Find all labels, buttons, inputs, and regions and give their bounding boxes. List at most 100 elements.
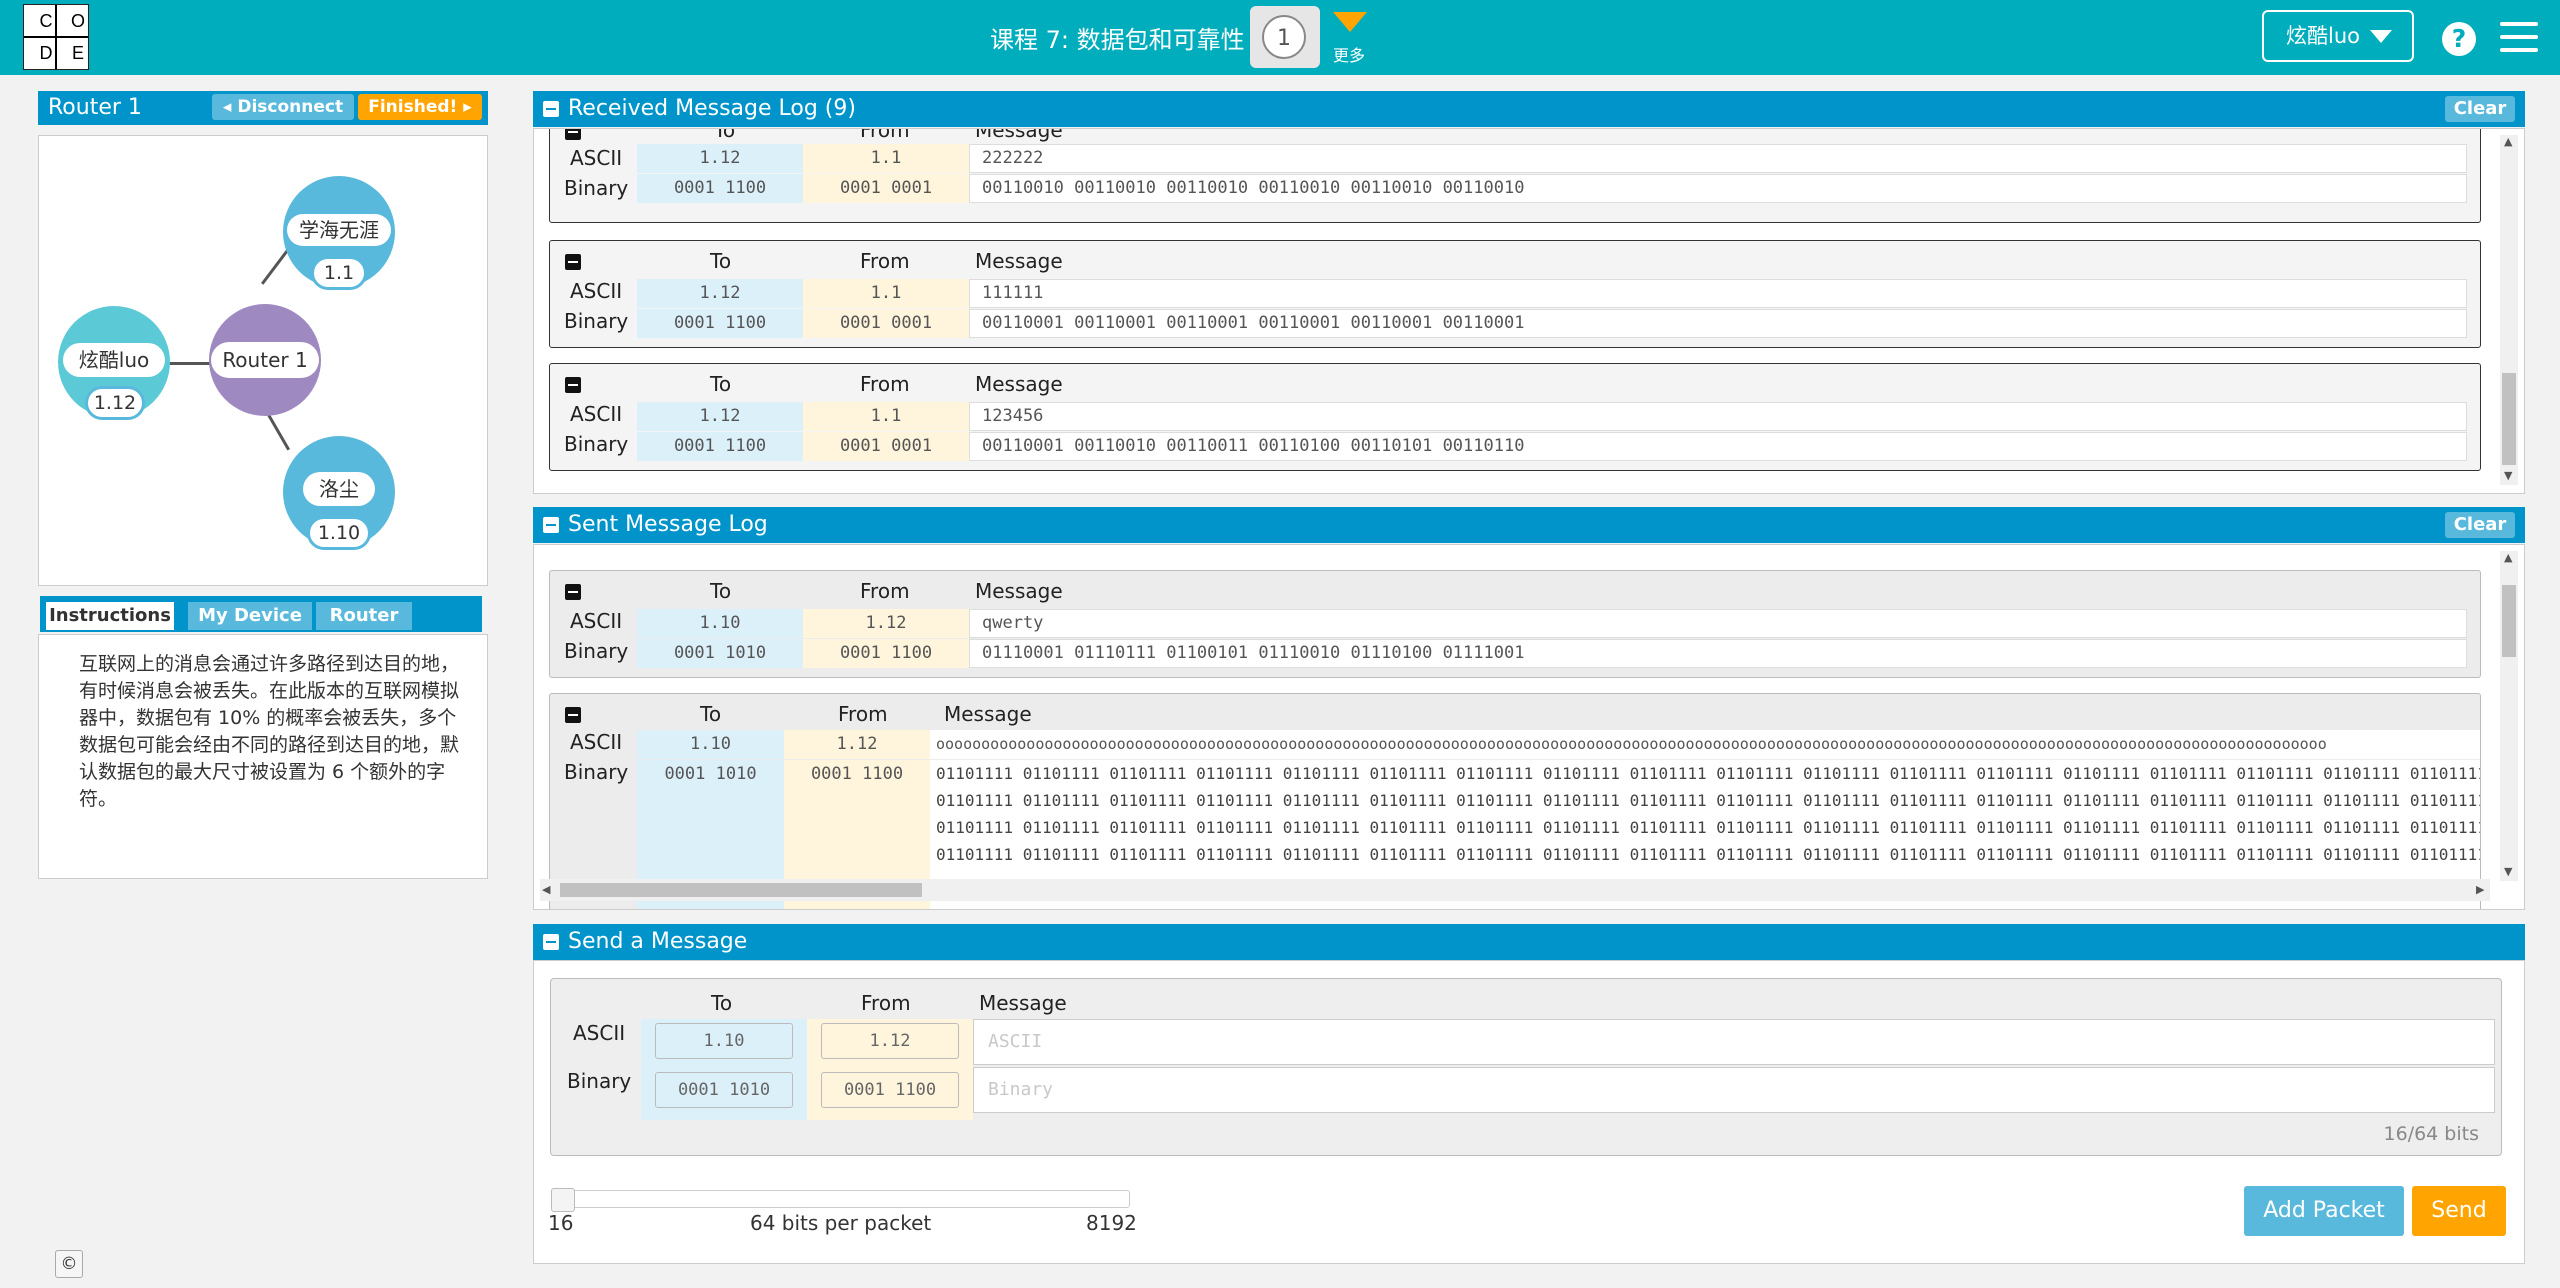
logo-letter: C	[39, 11, 53, 31]
column-message: Message	[975, 128, 1063, 142]
slider-value-label: 64 bits per packet	[750, 1211, 932, 1235]
slider-handle[interactable]	[551, 1188, 575, 1212]
scroll-right-icon[interactable]: ▶	[2476, 883, 2484, 896]
clear-sent-button[interactable]: Clear	[2445, 512, 2515, 538]
collapse-packet-icon[interactable]	[565, 707, 581, 723]
to-binary-input[interactable]: 0001 1010	[655, 1072, 793, 1108]
packet-message-ascii: 222222	[969, 144, 2467, 173]
sent-log-hscrollbar[interactable]: ◀ ▶	[540, 879, 2490, 901]
send-message-body: To From Message ASCII Binary 1.10 1.12 0…	[533, 960, 2525, 1264]
more-label[interactable]: 更多	[1333, 42, 1365, 66]
column-to: To	[710, 579, 732, 603]
scrollbar-thumb[interactable]	[2502, 373, 2516, 465]
packet-from-binary: 0001 0001	[803, 432, 969, 461]
row-label-ascii: ASCII	[573, 1021, 626, 1045]
node-address: 1.1	[311, 256, 367, 290]
collapse-packet-icon[interactable]	[565, 254, 581, 270]
received-packet: To From Message ASCII Binary 1.12 1.1 22…	[549, 128, 2481, 223]
row-label-binary: Binary	[564, 639, 629, 663]
tab-my-device[interactable]: My Device	[188, 602, 312, 630]
received-log-title: Received Message Log (9)	[568, 96, 856, 121]
row-label-ascii: ASCII	[570, 146, 623, 170]
info-tabs: Instructions My Device Router	[40, 596, 482, 632]
ascii-message-input[interactable]: ASCII	[973, 1019, 2495, 1065]
scroll-left-icon[interactable]: ◀	[542, 883, 550, 896]
packet-from-ascii: 1.12	[803, 609, 969, 638]
column-message: Message	[975, 249, 1063, 273]
help-icon[interactable]: ?	[2442, 22, 2476, 56]
finished-button[interactable]: Finished! ▸	[358, 94, 482, 120]
row-label-ascii: ASCII	[570, 279, 623, 303]
tab-instructions[interactable]: Instructions	[46, 602, 174, 630]
level-indicator[interactable]: 1	[1250, 6, 1320, 68]
user-menu-button[interactable]: 炫酷luo	[2262, 10, 2414, 62]
to-ascii-input[interactable]: 1.10	[655, 1023, 793, 1059]
row-label-ascii: ASCII	[570, 609, 623, 633]
binary-line: 01101111 01101111 01101111 01101111 0110…	[936, 764, 2481, 783]
packet-message-ascii: qwerty	[969, 609, 2467, 638]
scroll-down-icon[interactable]: ▼	[2504, 469, 2512, 482]
binary-line: 01101111 01101111 01101111 01101111 0110…	[936, 791, 2481, 810]
logo-letter: O	[70, 11, 85, 31]
row-label-binary: Binary	[564, 176, 629, 200]
add-packet-button[interactable]: Add Packet	[2244, 1186, 2404, 1236]
chevron-down-icon	[2370, 30, 2392, 43]
scroll-up-icon[interactable]: ▲	[2504, 135, 2512, 148]
finished-label: Finished!	[368, 97, 458, 117]
sent-log-body: To From Message ASCII Binary 1.10 1.12 q…	[533, 544, 2525, 910]
sent-packet: To From Message ASCII Binary 1.10 1.12 o…	[549, 693, 2481, 909]
scrollbar-thumb[interactable]	[560, 883, 922, 897]
caret-right-icon: ▸	[463, 97, 472, 117]
packet-to-binary: 0001 1100	[637, 432, 803, 461]
collapse-icon[interactable]	[543, 517, 559, 533]
more-caret-icon[interactable]	[1333, 12, 1367, 32]
collapse-icon[interactable]	[543, 101, 559, 117]
node-address: 1.12	[85, 386, 145, 420]
disconnect-button[interactable]: ◂ Disconnect	[212, 94, 354, 120]
from-binary-input[interactable]: 0001 1100	[821, 1072, 959, 1108]
scroll-down-icon[interactable]: ▼	[2504, 865, 2512, 878]
packet-from-binary: 0001 0001	[803, 174, 969, 203]
packet-message-ascii: 123456	[969, 402, 2467, 431]
row-label-binary: Binary	[564, 760, 629, 784]
packet-from-binary: 0001 0001	[803, 309, 969, 338]
row-label-binary: Binary	[564, 432, 629, 456]
collapse-packet-icon[interactable]	[565, 584, 581, 600]
received-log-header: Received Message Log (9) Clear	[533, 91, 2525, 127]
row-label-ascii: ASCII	[570, 402, 623, 426]
level-bubble[interactable]: 1	[1262, 15, 1306, 59]
packet-to-binary: 0001 1100	[637, 309, 803, 338]
binary-message-input[interactable]: Binary	[973, 1067, 2495, 1113]
sent-log-vscrollbar[interactable]: ▲ ▼	[2500, 551, 2518, 881]
sent-packet: To From Message ASCII Binary 1.10 1.12 q…	[549, 570, 2481, 678]
send-packet-editor: To From Message ASCII Binary 1.10 1.12 0…	[550, 978, 2502, 1156]
column-message: Message	[944, 702, 1032, 726]
packet-message-binary: 00110001 00110010 00110011 00110100 0011…	[969, 432, 2467, 461]
packet-message-binary: 01110001 01110111 01100101 01110010 0111…	[969, 639, 2467, 668]
column-from: From	[860, 249, 910, 273]
clear-received-button[interactable]: Clear	[2445, 96, 2515, 122]
copyright-icon[interactable]: ©	[55, 1250, 83, 1278]
received-packet: To From Message ASCII Binary 1.12 1.1 12…	[549, 363, 2481, 471]
collapse-packet-icon[interactable]	[565, 129, 581, 140]
packet-message-binary: 00110001 00110001 00110001 00110001 0011…	[969, 309, 2467, 338]
scroll-up-icon[interactable]: ▲	[2504, 551, 2512, 564]
tab-router[interactable]: Router	[316, 602, 412, 630]
send-button[interactable]: Send	[2412, 1186, 2506, 1236]
instructions-panel: 互联网上的消息会通过许多路径到达目的地，有时候消息会被丢失。在此版本的互联网模拟…	[38, 634, 488, 879]
collapse-packet-icon[interactable]	[565, 377, 581, 393]
received-log-scrollbar[interactable]: ▲ ▼	[2500, 135, 2518, 485]
scrollbar-thumb[interactable]	[2502, 585, 2516, 657]
packet-size-slider[interactable]	[551, 1188, 1130, 1212]
packet-to-binary: 0001 1010	[637, 639, 803, 668]
node-address: 1.10	[307, 516, 371, 550]
code-logo[interactable]: C O D E	[23, 4, 89, 70]
user-name: 炫酷luo	[2286, 24, 2360, 48]
hamburger-menu-icon[interactable]	[2500, 22, 2538, 54]
row-label-ascii: ASCII	[570, 730, 623, 754]
from-ascii-input[interactable]: 1.12	[821, 1023, 959, 1059]
slider-min-label: 16	[548, 1211, 574, 1235]
packet-from-ascii: 1.1	[803, 279, 969, 308]
received-packet: To From Message ASCII Binary 1.12 1.1 11…	[549, 240, 2481, 348]
collapse-icon[interactable]	[543, 934, 559, 950]
